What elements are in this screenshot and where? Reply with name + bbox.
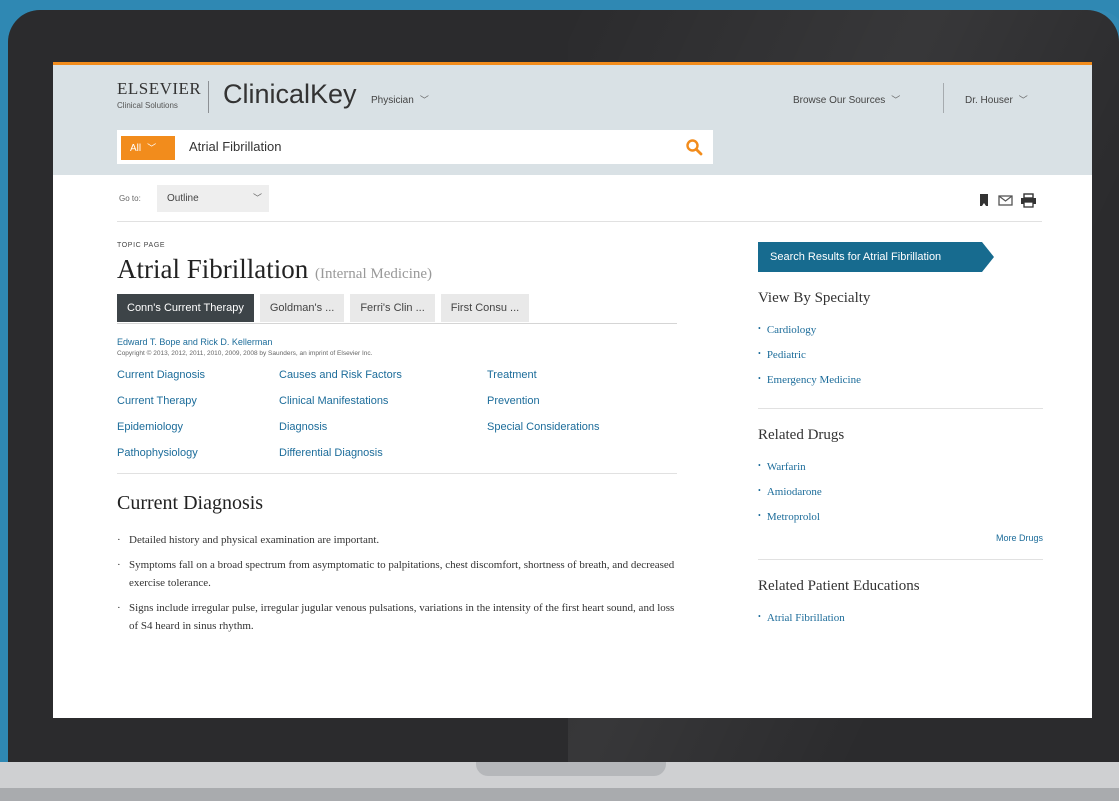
tab-first-consult[interactable]: First Consu ... — [440, 294, 530, 322]
education-link[interactable]: Atrial Fibrillation — [758, 605, 1043, 630]
goto-select[interactable]: Outline ﹀ — [157, 185, 269, 212]
diagnosis-bullets: Detailed history and physical examinatio… — [117, 531, 677, 635]
page-title: Atrial Fibrillation (Internal Medicine) — [117, 254, 677, 285]
list-item: Detailed history and physical examinatio… — [117, 531, 677, 549]
topic-title: Atrial Fibrillation — [117, 254, 309, 284]
search-scope-label: All — [130, 143, 142, 154]
search-scope-dropdown[interactable]: All ﹀ — [121, 136, 175, 160]
topic-subtitle: (Internal Medicine) — [314, 266, 433, 282]
goto-label: Go to: — [119, 194, 141, 203]
browse-label: Browse Our Sources — [793, 95, 886, 106]
specialty-link[interactable]: Cardiology — [758, 317, 1043, 342]
drugs-heading: Related Drugs — [758, 427, 845, 443]
browse-sources-dropdown[interactable]: Browse Our Sources ﹀ — [793, 93, 900, 106]
print-icon[interactable] — [1021, 193, 1036, 208]
link-treatment[interactable]: Treatment — [487, 369, 537, 381]
chevron-down-icon: ﹀ — [891, 95, 901, 105]
copyright-text: Copyright © 2013, 2012, 2011, 2010, 2009… — [117, 350, 373, 357]
link-clinical-manifestations[interactable]: Clinical Manifestations — [279, 395, 388, 407]
drug-link[interactable]: Amiodarone — [758, 479, 1043, 504]
user-menu[interactable]: Dr. Houser ﹀ — [965, 93, 1028, 106]
source-tabs: Conn's Current Therapy Goldman's ... Ferri… — [117, 294, 677, 324]
chevron-down-icon: ﹀ — [1018, 95, 1028, 105]
topic-kicker: TOPIC PAGE — [117, 242, 166, 249]
tab-ferris-clin[interactable]: Ferri's Clin ... — [350, 294, 435, 322]
link-current-diagnosis[interactable]: Current Diagnosis — [117, 369, 205, 381]
laptop-base-edge — [0, 788, 1119, 801]
link-special-considerations[interactable]: Special Considerations — [487, 421, 600, 433]
chevron-down-icon: ﹀ — [419, 95, 429, 105]
link-current-therapy[interactable]: Current Therapy — [117, 395, 197, 407]
header-divider — [943, 83, 944, 113]
topic-content: TOPIC PAGE Atrial Fibrillation (Internal… — [117, 242, 677, 642]
search-bar: All ﹀ Atrial Fibrillation — [117, 130, 713, 164]
sidebar: Search Results for Atrial Fibrillation V… — [758, 242, 1043, 630]
chevron-down-icon: ﹀ — [147, 143, 157, 153]
chevron-down-icon: ﹀ — [253, 193, 263, 203]
specialty-list: Cardiology Pediatric Emergency Medicine — [758, 317, 1043, 392]
goto-value: Outline — [167, 193, 199, 204]
drug-link[interactable]: Warfarin — [758, 454, 1043, 479]
link-causes-risk-factors[interactable]: Causes and Risk Factors — [279, 369, 402, 381]
education-list: Atrial Fibrillation — [758, 605, 1043, 630]
email-icon[interactable] — [998, 195, 1013, 206]
scroll-fade — [758, 656, 1043, 668]
laptop-notch — [476, 762, 666, 776]
specialty-heading: View By Specialty — [758, 290, 871, 306]
link-diagnosis[interactable]: Diagnosis — [279, 421, 327, 433]
drug-link[interactable]: Metroprolol — [758, 504, 1043, 529]
logo-divider — [208, 81, 209, 113]
link-prevention[interactable]: Prevention — [487, 395, 540, 407]
tab-goldmans[interactable]: Goldman's ... — [259, 294, 345, 322]
education-heading: Related Patient Educations — [758, 578, 920, 594]
header: ELSEVIER Clinical Solutions ClinicalKey … — [53, 62, 1092, 175]
user-name: Dr. Houser — [965, 95, 1013, 106]
authors-link[interactable]: Edward T. Bope and Rick D. Kellerman — [117, 337, 677, 347]
link-differential-diagnosis[interactable]: Differential Diagnosis — [279, 447, 383, 459]
specialty-link[interactable]: Emergency Medicine — [758, 367, 1043, 392]
search-results-button[interactable]: Search Results for Atrial Fibrillation — [758, 242, 994, 272]
sidebar-divider — [758, 408, 1043, 409]
role-label: Physician — [371, 95, 414, 106]
bookmark-icon[interactable] — [980, 194, 988, 206]
section-title: Current Diagnosis — [117, 492, 264, 514]
tab-conns-current-therapy[interactable]: Conn's Current Therapy — [117, 294, 254, 322]
search-input[interactable]: Atrial Fibrillation — [189, 139, 281, 154]
publisher-logo[interactable]: ELSEVIER — [117, 79, 201, 99]
app-screen: ELSEVIER Clinical Solutions ClinicalKey … — [53, 62, 1092, 718]
role-dropdown[interactable]: Physician ﹀ — [371, 93, 429, 106]
link-pathophysiology[interactable]: Pathophysiology — [117, 447, 198, 459]
sidebar-divider — [758, 559, 1043, 560]
list-item: Symptoms fall on a broad spectrum from a… — [117, 556, 677, 592]
drugs-list: Warfarin Amiodarone Metroprolol — [758, 454, 1043, 529]
product-logo[interactable]: ClinicalKey — [223, 79, 357, 110]
page-actions — [980, 193, 1036, 208]
link-epidemiology[interactable]: Epidemiology — [117, 421, 183, 433]
search-icon[interactable] — [685, 138, 703, 156]
publisher-subtitle: Clinical Solutions — [117, 101, 178, 110]
section-links: Current Diagnosis Current Therapy Epidem… — [117, 369, 677, 474]
more-drugs-link[interactable]: More Drugs — [758, 533, 1043, 543]
specialty-link[interactable]: Pediatric — [758, 342, 1043, 367]
list-item: Signs include irregular pulse, irregular… — [117, 599, 677, 635]
page-toolbar: Go to: Outline ﹀ — [117, 175, 1042, 222]
